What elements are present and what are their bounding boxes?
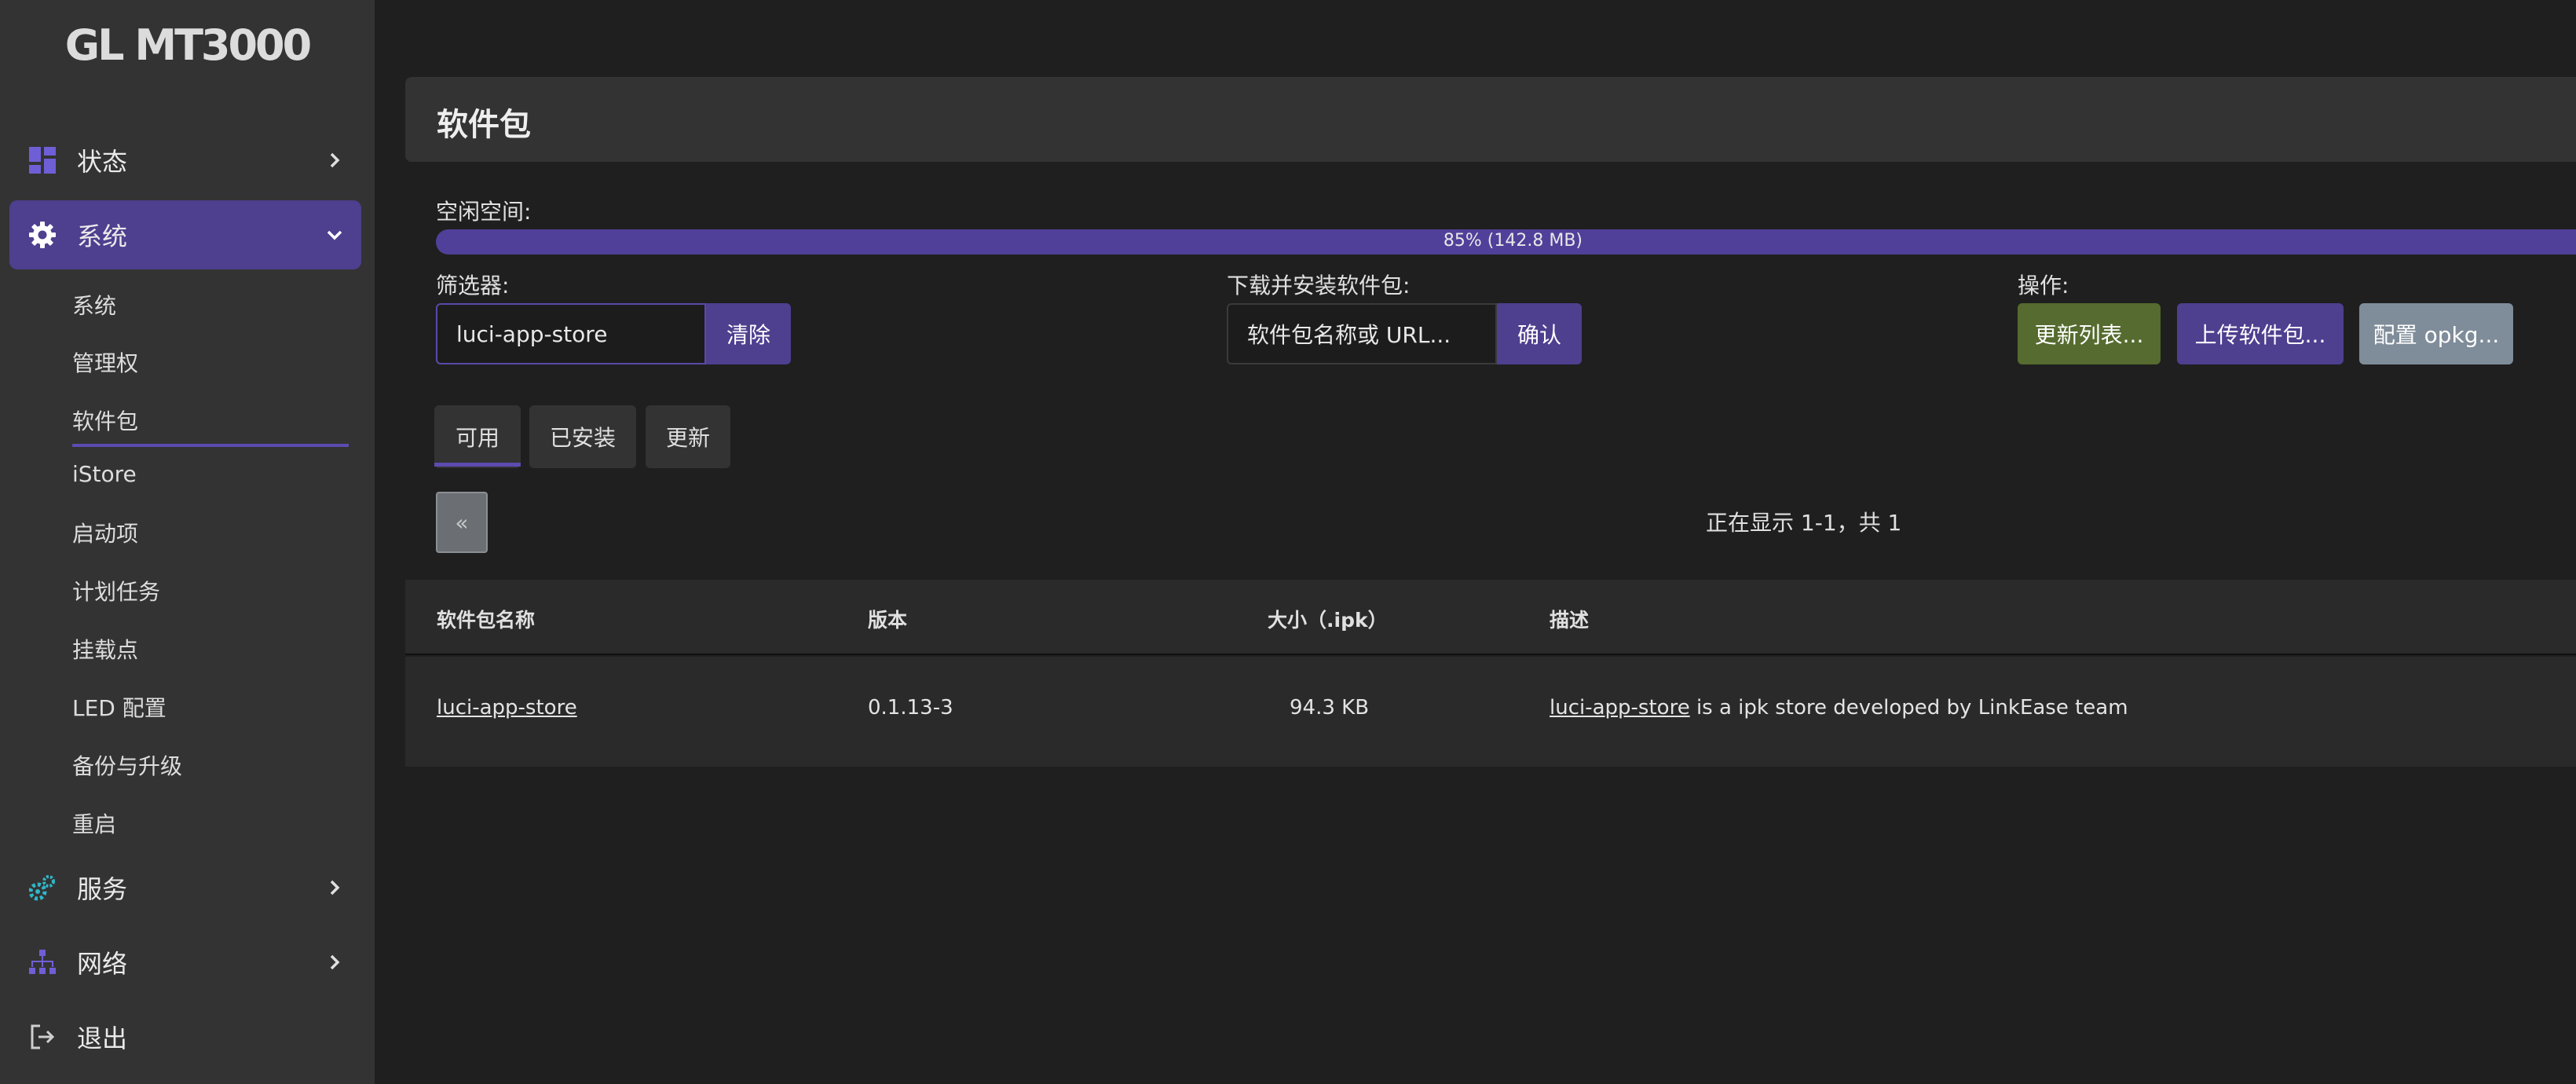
submenu-mount-points[interactable]: 挂载点 (72, 633, 138, 665)
package-version: 0.1.13-3 (868, 696, 953, 720)
confirm-install-button[interactable]: 确认 (1497, 303, 1582, 364)
app-logo: GL MT3000 (64, 20, 312, 70)
column-header-size[interactable]: 大小（.ipk） (1268, 605, 1388, 633)
network-icon (27, 947, 58, 978)
tab-updates[interactable]: 更新 (646, 405, 730, 468)
menu-system[interactable]: 系统 (9, 200, 361, 269)
package-name-link[interactable]: luci-app-store (437, 696, 577, 720)
submenu-istore[interactable]: iStore (72, 461, 137, 487)
menu-network[interactable]: 网络 (9, 928, 361, 997)
free-space-text: 85% (142.8 MB) (1443, 231, 1583, 251)
menu-system-label: 系统 (77, 222, 128, 251)
menu-network-label: 网络 (77, 949, 128, 979)
chevron-right-icon (330, 954, 340, 970)
menu-services-label: 服务 (77, 874, 128, 904)
pager-status: 正在显示 1-1，共 1 (1706, 510, 1902, 536)
chevron-right-icon (330, 152, 340, 168)
active-tab-indicator (434, 463, 521, 467)
submenu-backup-upgrade[interactable]: 备份与升级 (72, 749, 182, 781)
package-description: luci-app-store is a ipk store developed … (1550, 696, 2128, 720)
submenu-admin[interactable]: 管理权 (72, 346, 138, 378)
menu-status[interactable]: 状态 (9, 126, 361, 195)
column-header-name[interactable]: 软件包名称 (437, 605, 535, 633)
description-package-link[interactable]: luci-app-store (1550, 696, 1690, 720)
logout-icon (27, 1021, 58, 1053)
active-submenu-indicator (72, 444, 349, 447)
gears-icon (27, 872, 58, 903)
free-space-label: 空闲空间: (436, 199, 532, 225)
submenu-reboot[interactable]: 重启 (72, 808, 116, 839)
menu-logout-label: 退出 (77, 1024, 128, 1053)
actions-label: 操作: (2018, 273, 2069, 298)
upload-package-button[interactable]: 上传软件包... (2177, 303, 2344, 364)
package-size: 94.3 KB (1290, 696, 1370, 720)
sidebar: GL MT3000 状态 系统 系统 管理权 软件包 iStore 启动项 计划… (0, 0, 375, 1084)
table-header: 软件包名称 版本 大小（.ipk） 描述 (405, 580, 2576, 655)
tab-available[interactable]: 可用 (434, 405, 521, 468)
submenu-scheduled-tasks[interactable]: 计划任务 (72, 575, 160, 606)
table-row: luci-app-store 0.1.13-3 94.3 KB luci-app… (405, 657, 2576, 767)
clear-filter-button[interactable]: 清除 (706, 303, 791, 364)
configure-opkg-button[interactable]: 配置 opkg... (2359, 303, 2513, 364)
chevron-down-icon (327, 230, 342, 240)
page-header: 软件包 (405, 77, 2576, 162)
submenu-led-config[interactable]: LED 配置 (72, 691, 166, 723)
submenu-startup[interactable]: 启动项 (72, 517, 138, 548)
menu-services[interactable]: 服务 (9, 853, 361, 922)
tab-installed[interactable]: 已安装 (529, 405, 636, 468)
column-header-description[interactable]: 描述 (1550, 605, 1589, 633)
page-title: 软件包 (437, 107, 531, 143)
filter-input[interactable]: luci-app-store (436, 303, 706, 364)
submenu-packages[interactable]: 软件包 (72, 405, 138, 436)
dashboard-icon (27, 145, 58, 176)
package-url-input[interactable]: 软件包名称或 URL... (1227, 303, 1497, 364)
menu-logout[interactable]: 退出 (9, 1002, 361, 1071)
submenu-system[interactable]: 系统 (72, 289, 116, 320)
column-header-version[interactable]: 版本 (868, 605, 907, 633)
pager-prev-button[interactable]: « (436, 492, 488, 553)
update-lists-button[interactable]: 更新列表... (2018, 303, 2161, 364)
filter-label: 筛选器: (436, 273, 510, 298)
menu-status-label: 状态 (77, 147, 128, 177)
download-install-label: 下载并安装软件包: (1227, 273, 1411, 298)
gear-icon (27, 219, 58, 251)
description-text: is a ipk store developed by LinkEase tea… (1689, 696, 2128, 720)
chevron-right-icon (330, 880, 340, 895)
free-space-progress-bar: 85% (142.8 MB) (436, 229, 2576, 255)
